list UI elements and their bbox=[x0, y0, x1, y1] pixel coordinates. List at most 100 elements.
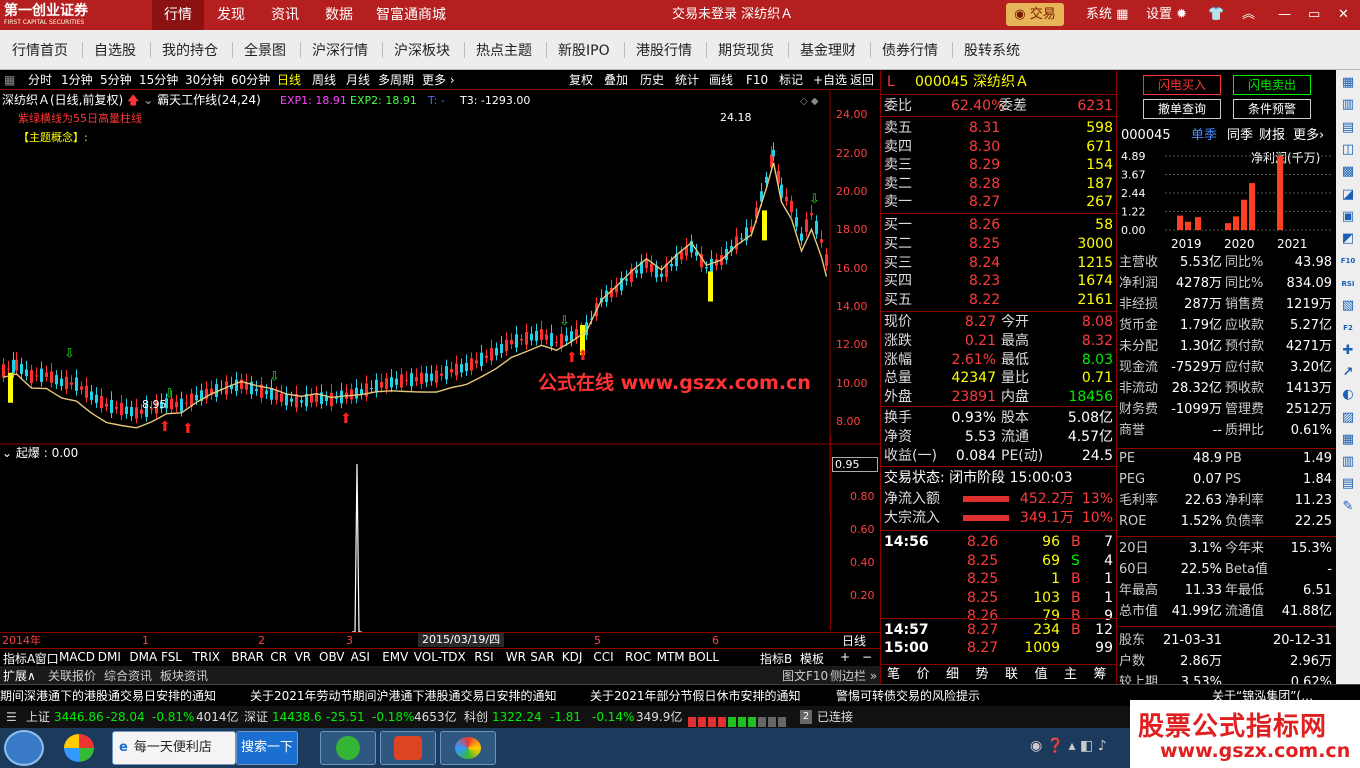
nav-holdings[interactable]: 我的持仓 bbox=[162, 30, 218, 70]
nav-watchlist[interactable]: 自选股 bbox=[94, 30, 136, 70]
indicator-tab[interactable]: VOL-TDX bbox=[414, 650, 466, 664]
period-intraday[interactable]: 分时 bbox=[28, 72, 52, 88]
indicator-tab[interactable]: ROC bbox=[625, 650, 651, 664]
indicator-tab[interactable]: DMI bbox=[98, 650, 121, 664]
period-30min[interactable]: 30分钟 bbox=[185, 72, 224, 88]
fin-tab-more[interactable]: 更多› bbox=[1293, 127, 1324, 145]
period-15min[interactable]: 15分钟 bbox=[139, 72, 178, 88]
flash-sell-button[interactable]: 闪电卖出 bbox=[1233, 75, 1311, 95]
indicator-tab[interactable]: TRIX bbox=[193, 650, 220, 664]
close-icon[interactable]: ✕ bbox=[1338, 0, 1349, 30]
panel-icon[interactable]: ◪ bbox=[1338, 186, 1358, 204]
nav-home[interactable]: 行情首页 bbox=[12, 30, 68, 70]
ext-f10[interactable]: 图文F10 bbox=[782, 667, 828, 684]
indicator-tab[interactable]: RSI bbox=[474, 650, 494, 664]
tab-data[interactable]: 数据 bbox=[314, 0, 364, 30]
tool-fuquan[interactable]: 复权 bbox=[569, 72, 593, 88]
nav-panorama[interactable]: 全景图 bbox=[244, 30, 286, 70]
tab-discover[interactable]: 发现 bbox=[206, 0, 256, 30]
tool-stats[interactable]: 统计 bbox=[675, 72, 699, 88]
trading-app-icon[interactable] bbox=[380, 731, 436, 765]
ext-sector[interactable]: 板块资讯 bbox=[160, 667, 208, 684]
tool-back[interactable]: 返回 bbox=[850, 72, 874, 88]
rsi-icon[interactable]: RSI bbox=[1338, 275, 1358, 293]
box-icon[interactable]: ▣ bbox=[1338, 208, 1358, 226]
quote-tab[interactable]: 细 bbox=[946, 666, 959, 684]
indicator-tab[interactable]: 指标B bbox=[760, 650, 792, 667]
tab-market[interactable]: 行情 bbox=[152, 0, 204, 30]
alert-button[interactable]: 条件预警 bbox=[1233, 99, 1311, 119]
nav-hs-sector[interactable]: 沪深板块 bbox=[394, 30, 450, 70]
tool-draw[interactable]: 画线 bbox=[709, 72, 733, 88]
quote-tab[interactable]: 主 bbox=[1064, 666, 1077, 684]
maximize-icon[interactable]: ▭ bbox=[1308, 0, 1320, 30]
ext-related[interactable]: 关联报价 bbox=[48, 667, 96, 684]
period-5min[interactable]: 5分钟 bbox=[100, 72, 132, 88]
quote-tab[interactable]: 筹 bbox=[1094, 666, 1107, 684]
period-more[interactable]: 更多 › bbox=[422, 72, 455, 88]
start-button[interactable] bbox=[4, 730, 44, 766]
tab-mall[interactable]: 智富通商城 bbox=[370, 0, 452, 30]
indicator-tab[interactable]: CR bbox=[270, 650, 287, 664]
matrix-icon[interactable]: ▩ bbox=[1338, 163, 1358, 181]
menu-icon[interactable]: ☰ bbox=[6, 706, 17, 728]
indicator-tab[interactable]: DMA bbox=[129, 650, 157, 664]
nav-hs-market[interactable]: 沪深行情 bbox=[312, 30, 368, 70]
tool-add-watch[interactable]: +自选 bbox=[813, 72, 847, 88]
fin-tab-yoy[interactable]: 同季 bbox=[1227, 127, 1253, 145]
grid2-icon[interactable]: ▦ bbox=[1338, 431, 1358, 449]
nav-neeq[interactable]: 股转系统 bbox=[964, 30, 1020, 70]
trade-button[interactable]: ◉ 交易 bbox=[1006, 3, 1064, 26]
period-multi[interactable]: 多周期 bbox=[378, 72, 414, 88]
period-daily[interactable]: 日线 bbox=[277, 72, 301, 88]
quote-tab[interactable]: 势 bbox=[976, 666, 989, 684]
quote-tab[interactable]: 值 bbox=[1035, 666, 1048, 684]
indicator-tab[interactable]: BRAR bbox=[231, 650, 264, 664]
zoom-out-icon[interactable]: − bbox=[862, 650, 872, 664]
news-item[interactable]: 警惕可转债交易的风险提示 bbox=[836, 685, 980, 707]
fill-icon[interactable]: ▨ bbox=[1338, 409, 1358, 427]
indicator-tab[interactable]: VR bbox=[295, 650, 312, 664]
nav-funds[interactable]: 基金理财 bbox=[800, 30, 856, 70]
period-monthly[interactable]: 月线 bbox=[346, 72, 370, 88]
tool-overlay[interactable]: 叠加 bbox=[604, 72, 628, 88]
f2-icon[interactable]: F2 bbox=[1338, 319, 1358, 337]
half-icon[interactable]: ◐ bbox=[1338, 386, 1358, 404]
period-weekly[interactable]: 周线 bbox=[312, 72, 336, 88]
settings-menu[interactable]: 设置 ✹ bbox=[1146, 0, 1187, 30]
grid-icon[interactable]: ▦ bbox=[1338, 74, 1358, 92]
indicator-tab[interactable]: 指标A bbox=[3, 650, 35, 667]
cancel-query-button[interactable]: 撤单查询 bbox=[1143, 99, 1221, 119]
refresh-task-icon[interactable] bbox=[320, 731, 376, 765]
shirt-icon[interactable]: 👕 bbox=[1208, 0, 1224, 30]
ext-sidebar[interactable]: 侧边栏 » bbox=[830, 667, 877, 684]
indicator-tab[interactable]: WR bbox=[506, 650, 526, 664]
pencil-icon[interactable]: ✎ bbox=[1338, 498, 1358, 516]
news-item[interactable]: 期间深港通下的港股通交易日安排的通知 bbox=[0, 685, 216, 707]
nav-ipo[interactable]: 新股IPO bbox=[558, 30, 610, 70]
indicator-tab[interactable]: MTM bbox=[657, 650, 685, 664]
indicator-tab[interactable]: 窗口 bbox=[35, 650, 59, 667]
paint-app-icon[interactable] bbox=[440, 731, 496, 765]
grid-toggle-icon[interactable]: ▦ bbox=[4, 72, 15, 88]
app-icon[interactable] bbox=[64, 734, 94, 762]
indicator-tab[interactable]: SAR bbox=[530, 650, 554, 664]
nav-futures[interactable]: 期货现货 bbox=[718, 30, 774, 70]
fin-tab-report[interactable]: 财报 bbox=[1259, 127, 1285, 145]
quote-tab[interactable]: 联 bbox=[1005, 666, 1018, 684]
indicator-tab[interactable]: FSL bbox=[161, 650, 182, 664]
nav-hot-topics[interactable]: 热点主题 bbox=[476, 30, 532, 70]
news-item[interactable]: 关于2021年部分节假日休市安排的通知 bbox=[590, 685, 801, 707]
indicator-tab[interactable]: EMV bbox=[382, 650, 408, 664]
f10-icon[interactable]: F10 bbox=[1338, 252, 1358, 270]
list2-icon[interactable]: ▤ bbox=[1338, 475, 1358, 493]
minimize-icon[interactable]: — bbox=[1278, 0, 1291, 30]
news-item[interactable]: 关于2021年劳动节期间沪港通下港股通交易日安排的通知 bbox=[250, 685, 557, 707]
list-icon[interactable]: ▤ bbox=[1338, 119, 1358, 137]
table2-icon[interactable]: ▥ bbox=[1338, 453, 1358, 471]
indicator-tab[interactable]: MACD bbox=[59, 650, 95, 664]
indicator-tab[interactable]: CCI bbox=[593, 650, 613, 664]
tray-icons[interactable]: ◉ ❓ ▴ ◧ ♪ bbox=[1030, 738, 1107, 754]
quote-tab[interactable]: 价 bbox=[917, 666, 930, 684]
trend-icon[interactable]: ↗ bbox=[1338, 364, 1358, 382]
